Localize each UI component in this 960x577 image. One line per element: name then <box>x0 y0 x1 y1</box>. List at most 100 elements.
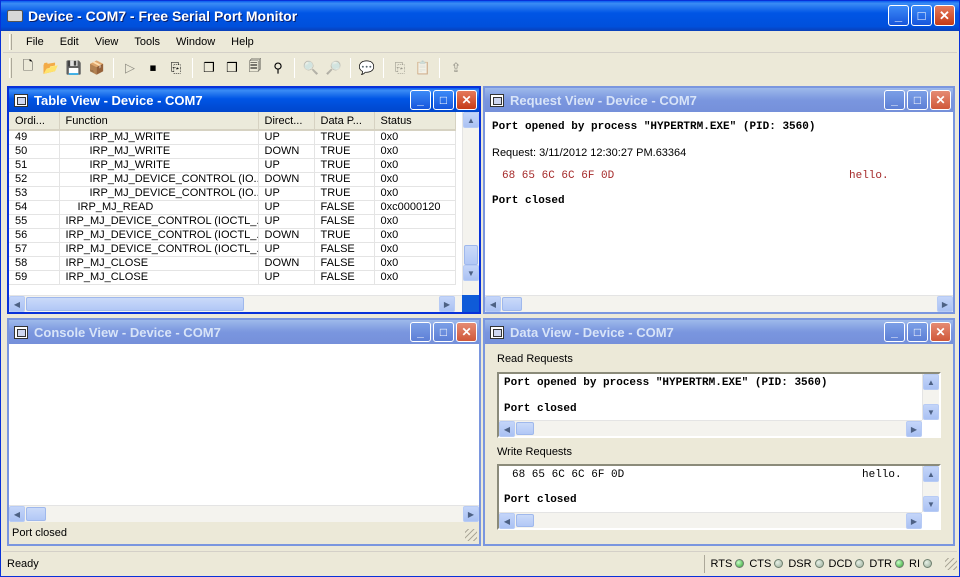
read-horizontal-scrollbar[interactable]: ◀ ▶ <box>499 420 922 437</box>
table-row[interactable]: 56 IRP_MJ_DEVICE_CONTROL (IOCTL_... DOWN TR… <box>9 228 456 243</box>
scroll-left-button[interactable]: ◀ <box>9 506 25 522</box>
menu-file[interactable]: File <box>18 36 52 48</box>
table-row[interactable]: 57 IRP_MJ_DEVICE_CONTROL (IOCTL_... UP FALS… <box>9 242 456 257</box>
table-row[interactable]: 54 IRP_MJ_READ UP FALSE 0xc0000120 <box>9 200 456 215</box>
table-vscroll-thumb[interactable] <box>464 245 478 265</box>
scroll-left-button[interactable]: ◀ <box>499 421 515 437</box>
request-hscroll-thumb[interactable] <box>502 297 522 311</box>
read-hscroll-thumb[interactable] <box>516 422 534 435</box>
menu-view[interactable]: View <box>87 36 127 48</box>
write-horizontal-scrollbar[interactable]: ◀ ▶ <box>499 512 922 529</box>
export-icon[interactable]: ⇪ <box>446 58 466 78</box>
column-header-function[interactable]: Function <box>59 112 259 131</box>
table-row[interactable]: 52 IRP_MJ_DEVICE_CONTROL (IO... DOWN TRUE 0x… <box>9 172 456 187</box>
console-horizontal-scrollbar[interactable]: ◀ ▶ <box>9 505 479 522</box>
scroll-up-button[interactable]: ▲ <box>923 466 939 482</box>
menu-help[interactable]: Help <box>223 36 262 48</box>
read-vertical-scrollbar[interactable]: ▲ ▼ <box>922 374 939 420</box>
write-hscroll-thumb[interactable] <box>516 514 534 527</box>
request-view-icon[interactable]: ❒ <box>222 58 242 78</box>
table-row[interactable]: 55 IRP_MJ_DEVICE_CONTROL (IOCTL_... UP FALS… <box>9 214 456 229</box>
request-view-maximize-button[interactable]: □ <box>907 90 928 110</box>
close-button[interactable]: ✕ <box>934 5 955 26</box>
save-icon[interactable]: 💾 <box>64 58 84 78</box>
scroll-right-button[interactable]: ▶ <box>463 506 479 522</box>
scroll-up-button[interactable]: ▲ <box>923 374 939 390</box>
table-horizontal-scrollbar[interactable]: ◀ ▶ <box>9 295 462 312</box>
scroll-left-button[interactable]: ◀ <box>499 513 515 529</box>
scroll-left-button[interactable]: ◀ <box>9 296 25 312</box>
table-view-maximize-button[interactable]: □ <box>433 90 454 110</box>
copy-icon[interactable]: ⎘ <box>390 58 410 78</box>
column-header-direction[interactable]: Direct... <box>258 112 315 131</box>
scroll-right-button[interactable]: ▶ <box>906 421 922 437</box>
minimize-button[interactable]: _ <box>888 5 909 26</box>
column-header-ordinal[interactable]: Ordi... <box>9 112 60 131</box>
start-icon[interactable]: ▷ <box>120 58 140 78</box>
table-view-icon[interactable]: ❐ <box>199 58 219 78</box>
table-row[interactable]: 51 IRP_MJ_WRITE UP TRUE 0x0 <box>9 158 456 173</box>
window-resize-grip[interactable] <box>945 557 957 570</box>
help-icon[interactable]: 💬 <box>357 58 377 78</box>
scroll-right-button[interactable]: ▶ <box>937 296 953 312</box>
table-vertical-scrollbar[interactable]: ▲ ▼ <box>462 112 479 295</box>
clear-icon[interactable]: ⎘ <box>166 58 186 78</box>
scroll-right-button[interactable]: ▶ <box>906 513 922 529</box>
data-view-maximize-button[interactable]: □ <box>907 322 928 342</box>
menu-window[interactable]: Window <box>168 36 223 48</box>
resize-grip[interactable] <box>465 529 477 541</box>
scroll-left-button[interactable]: ◀ <box>485 296 501 312</box>
data-view-minimize-button[interactable]: _ <box>884 322 905 342</box>
data-view-close-button[interactable]: ✕ <box>930 322 951 342</box>
write-vertical-scrollbar[interactable]: ▲ ▼ <box>922 466 939 512</box>
console-view-titlebar[interactable]: Console View - Device - COM7 _ □ ✕ <box>9 320 479 344</box>
console-hscroll-thumb[interactable] <box>26 507 46 521</box>
request-view-close-button[interactable]: ✕ <box>930 90 951 110</box>
column-header-data-present[interactable]: Data P... <box>314 112 375 131</box>
table-view-titlebar[interactable]: Table View - Device - COM7 _ □ ✕ <box>9 88 479 112</box>
table-hscroll-thumb[interactable] <box>26 297 244 311</box>
data-view-titlebar[interactable]: Data View - Device - COM7 _ □ ✕ <box>485 320 953 344</box>
menubar-grip[interactable] <box>9 33 12 50</box>
app-icon[interactable] <box>7 10 23 22</box>
request-horizontal-scrollbar[interactable]: ◀ ▶ <box>485 295 953 312</box>
console-view-icon[interactable]: 🗐 <box>245 58 265 78</box>
table-row[interactable]: 50 IRP_MJ_WRITE DOWN TRUE 0x0 <box>9 144 456 159</box>
column-header-status[interactable]: Status <box>374 112 456 131</box>
table-row[interactable]: 58 IRP_MJ_CLOSE DOWN FALSE 0x0 <box>9 256 456 271</box>
find-next-icon[interactable]: 🔎 <box>324 58 344 78</box>
table-view-minimize-button[interactable]: _ <box>410 90 431 110</box>
table-view-close-button[interactable]: ✕ <box>456 90 477 110</box>
scroll-down-button[interactable]: ▼ <box>463 265 479 281</box>
console-view-close-button[interactable]: ✕ <box>456 322 477 342</box>
table-row[interactable]: 59 IRP_MJ_CLOSE UP FALSE 0x0 <box>9 270 456 285</box>
data-view-icon[interactable]: ⚲ <box>268 58 288 78</box>
paste-icon[interactable]: 📋 <box>413 58 433 78</box>
open-icon[interactable]: 📂 <box>41 58 61 78</box>
find-icon[interactable]: 🔍 <box>301 58 321 78</box>
table-row[interactable]: 49 IRP_MJ_WRITE UP TRUE 0x0 <box>9 130 456 145</box>
maximize-button[interactable]: □ <box>911 5 932 26</box>
request-view-titlebar[interactable]: Request View - Device - COM7 _ □ ✕ <box>485 88 953 112</box>
toolbar-grip[interactable] <box>9 58 12 78</box>
main-titlebar[interactable]: Device - COM7 - Free Serial Port Monitor… <box>1 1 959 31</box>
read-requests-box[interactable]: Port opened by process "HYPERTRM.EXE" (P… <box>497 372 941 438</box>
request-view-body: Port opened by process "HYPERTRM.EXE" (P… <box>485 112 953 312</box>
console-output[interactable]: ◀ ▶ <box>9 344 479 522</box>
write-requests-box[interactable]: 68 65 6C 6C 6F 0D hello. Port closed ▲ ▼… <box>497 464 941 530</box>
request-view-minimize-button[interactable]: _ <box>884 90 905 110</box>
scroll-right-button[interactable]: ▶ <box>439 296 455 312</box>
package-icon[interactable]: 📦 <box>87 58 107 78</box>
console-view-maximize-button[interactable]: □ <box>433 322 454 342</box>
scroll-up-button[interactable]: ▲ <box>463 112 479 128</box>
new-icon[interactable]: 🗋 <box>18 58 38 78</box>
scroll-down-button[interactable]: ▼ <box>923 496 939 512</box>
menu-tools[interactable]: Tools <box>126 36 168 48</box>
signal-label: DTR <box>869 557 892 570</box>
event-table: Ordi... Function Direct... Data P... Sta… <box>9 112 462 295</box>
table-row[interactable]: 53 IRP_MJ_DEVICE_CONTROL (IO... UP TRUE 0x0 <box>9 186 456 201</box>
stop-icon[interactable]: ⏹ <box>143 58 163 78</box>
console-view-minimize-button[interactable]: _ <box>410 322 431 342</box>
scroll-down-button[interactable]: ▼ <box>923 404 939 420</box>
menu-edit[interactable]: Edit <box>52 36 87 48</box>
